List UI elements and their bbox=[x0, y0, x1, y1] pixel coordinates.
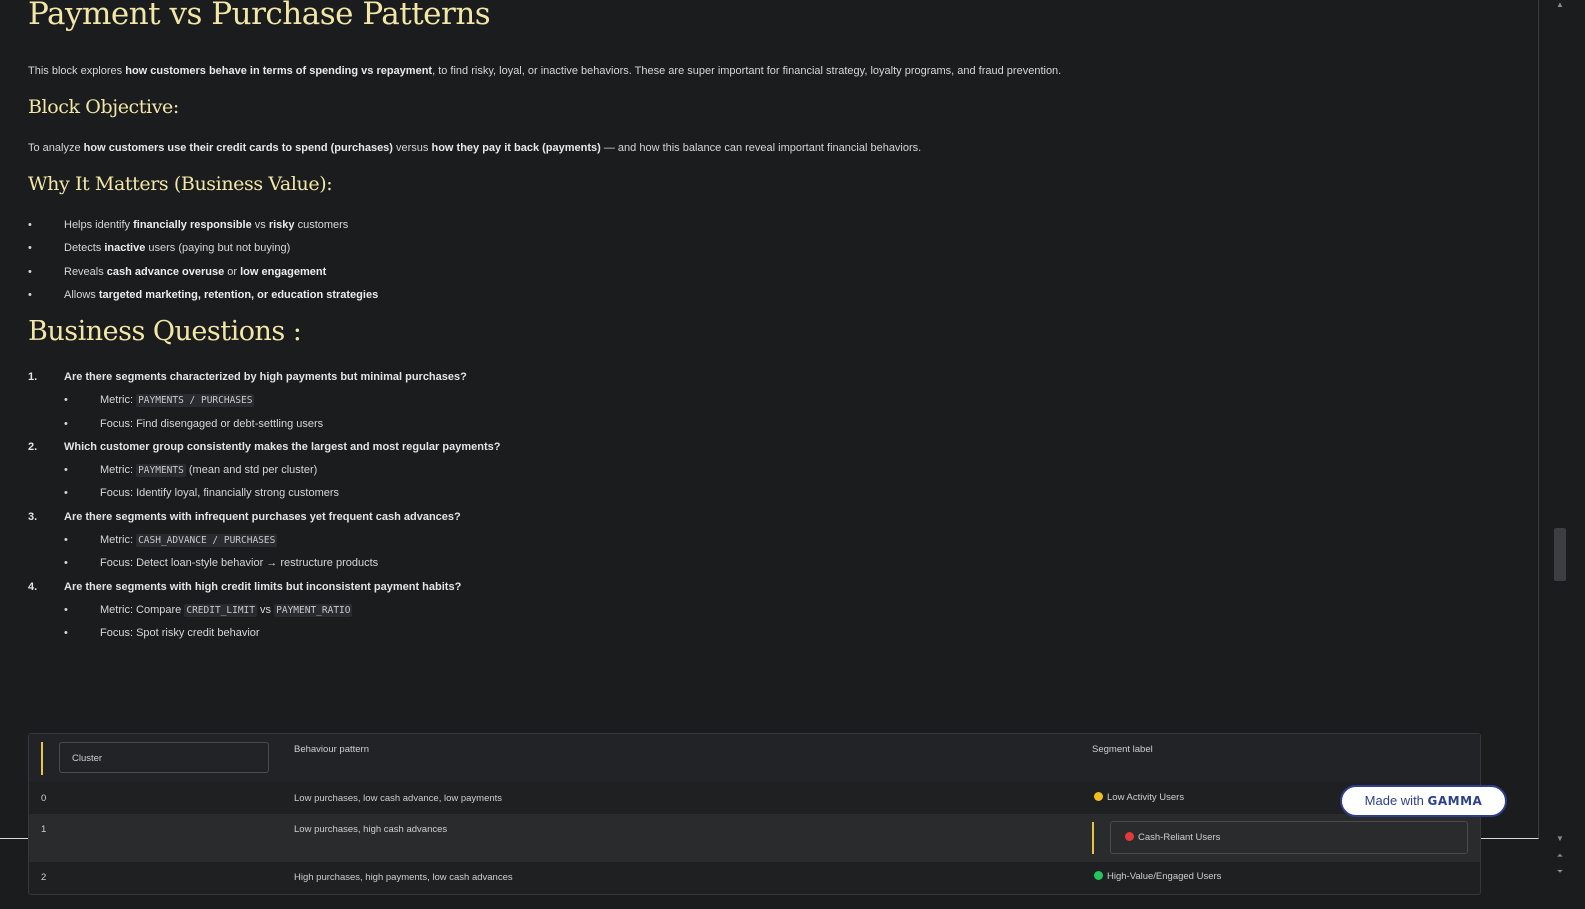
scroll-up-icon[interactable]: ▲ bbox=[1555, 0, 1565, 10]
list-item: • Allows targeted marketing, retention, o… bbox=[28, 289, 379, 302]
question-item: 2. Which customer group consistently make… bbox=[28, 440, 501, 453]
list-item: • Detects inactive users (paying but not … bbox=[28, 242, 291, 255]
cell-pattern: Low purchases, low cash advance, low pay… bbox=[294, 793, 503, 804]
metric-item: • Metric: PAYMENTS (mean and std per clus… bbox=[64, 464, 318, 478]
made-with-gamma-badge[interactable]: Made with GAMMA bbox=[1340, 785, 1507, 817]
why-list: • Helps identify financially responsible … bbox=[28, 218, 378, 312]
status-dot-icon bbox=[1094, 871, 1103, 880]
vertical-scrollbar[interactable]: ▲ ▼ ⏶ ⏷ bbox=[1552, 0, 1568, 909]
status-dot-icon bbox=[1125, 832, 1134, 841]
cell-label: High-Value/Engaged Users bbox=[1094, 871, 1221, 882]
table-row[interactable]: 1 Low purchases, high cash advances Cash… bbox=[29, 814, 1480, 862]
cell-label: Low Activity Users bbox=[1094, 792, 1184, 803]
status-dot-icon bbox=[1094, 792, 1103, 801]
focus-accent-bar bbox=[41, 742, 43, 775]
question-item: 3. Are there segments with infrequent pur… bbox=[28, 510, 461, 523]
focus-item: • Focus: Identify loyal, financially stro… bbox=[64, 487, 340, 500]
column-header-pattern[interactable]: Behaviour pattern bbox=[294, 744, 369, 755]
focus-accent-bar bbox=[1092, 822, 1094, 854]
metric-code: CASH_ADVANCE / PURCHASES bbox=[136, 534, 278, 548]
page-title: Payment vs Purchase Patterns bbox=[28, 0, 491, 32]
bullet-icon: • bbox=[28, 265, 32, 278]
objective-heading: Block Objective: bbox=[28, 96, 179, 118]
cell-cluster: 2 bbox=[41, 872, 47, 883]
cell-label-selected[interactable]: Cash-Reliant Users bbox=[1110, 821, 1468, 854]
table-row[interactable]: 0 Low purchases, low cash advance, low p… bbox=[29, 782, 1480, 814]
intro-paragraph: This block explores how customers behave… bbox=[28, 65, 1062, 77]
questions-list: 1. Are there segments characterized by hi… bbox=[28, 370, 500, 650]
cell-cluster: 0 bbox=[41, 793, 47, 804]
bullet-icon: • bbox=[28, 289, 32, 302]
bullet-icon: • bbox=[28, 242, 32, 255]
metric-code: CREDIT_LIMIT bbox=[184, 603, 257, 617]
metric-code: PAYMENTS bbox=[136, 464, 186, 478]
objective-paragraph: To analyze how customers use their credi… bbox=[28, 142, 922, 154]
cell-cluster: 1 bbox=[41, 824, 47, 835]
column-header-label[interactable]: Segment label bbox=[1092, 744, 1153, 755]
list-item: • Helps identify financially responsible … bbox=[28, 219, 349, 231]
focus-item: • Focus: Find disengaged or debt-settling… bbox=[64, 417, 324, 430]
scroll-page-down-icon[interactable]: ⏷ bbox=[1555, 867, 1565, 877]
metric-code: PAYMENTS / PURCHASES bbox=[136, 394, 255, 408]
table-row[interactable]: 2 High purchases, high payments, low cas… bbox=[29, 862, 1480, 894]
question-item: 4. Are there segments with high credit li… bbox=[28, 580, 462, 593]
cell-pattern: High purchases, high payments, low cash … bbox=[294, 872, 513, 883]
table-header: Cluster Behaviour pattern Segment label bbox=[29, 734, 1480, 782]
focus-item: • Focus: Detect loan-style behavior → res… bbox=[64, 557, 379, 570]
questions-heading: Business Questions : bbox=[28, 316, 302, 347]
list-item: • Reveals cash advance overuse or low eng… bbox=[28, 265, 327, 278]
cell-pattern: Low purchases, high cash advances bbox=[294, 824, 448, 835]
segment-table: Cluster Behaviour pattern Segment label … bbox=[28, 733, 1481, 895]
bullet-icon: • bbox=[28, 219, 32, 231]
metric-item: • Metric: CASH_ADVANCE / PURCHASES bbox=[64, 534, 278, 548]
metric-item: • Metric: Compare CREDIT_LIMIT vs PAYMENT… bbox=[64, 603, 353, 617]
focus-item: • Focus: Spot risky credit behavior bbox=[64, 627, 260, 640]
metric-item: • Metric: PAYMENTS / PURCHASES bbox=[64, 394, 255, 408]
question-item: 1. Are there segments characterized by hi… bbox=[28, 371, 467, 383]
scroll-page-up-icon[interactable]: ⏶ bbox=[1555, 851, 1565, 861]
scroll-down-icon[interactable]: ▼ bbox=[1555, 834, 1565, 844]
why-heading: Why It Matters (Business Value): bbox=[28, 173, 333, 195]
scroll-thumb[interactable] bbox=[1554, 528, 1566, 581]
column-header-cluster[interactable]: Cluster bbox=[59, 742, 269, 773]
metric-code: PAYMENT_RATIO bbox=[274, 603, 353, 617]
